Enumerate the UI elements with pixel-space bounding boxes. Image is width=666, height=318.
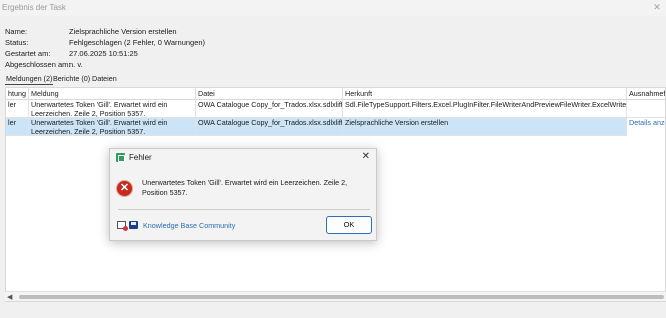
severity-cell: ler <box>6 118 29 136</box>
column-header-severity[interactable]: htung <box>6 88 29 100</box>
info-label: Status: <box>5 38 29 47</box>
report-icon[interactable] <box>117 221 128 231</box>
column-header-file[interactable]: Datei <box>196 88 343 100</box>
window-titlebar: Ergebnis der Task ✕ <box>0 0 666 16</box>
table-row[interactable]: ler Unerwartetes Token 'Gill'. Erwartet … <box>6 100 665 118</box>
source-cell: Sdl.FileTypeSupport.Filters.Excel.PlugIn… <box>343 100 627 118</box>
error-dialog: Fehler ✕ ✕ Unerwartetes Token 'Gill'. Er… <box>109 148 377 241</box>
window-close-icon[interactable]: ✕ <box>652 2 662 12</box>
info-value: 27.06.2025 10:51:25 <box>69 49 138 58</box>
save-icon[interactable] <box>129 221 138 229</box>
tab-dateien[interactable]: Dateien <box>91 72 118 85</box>
file-cell: OWA Catalogue Copy_for_Trados.xlsx.sdlxl… <box>196 100 343 118</box>
tab-berichte[interactable]: Berichte (0) <box>52 72 91 85</box>
message-cell: Unerwartetes Token 'Gill'. Erwartet wird… <box>29 118 196 136</box>
scrollbar-thumb[interactable] <box>19 295 664 299</box>
info-label: Gestartet am: <box>5 49 51 58</box>
error-message: Unerwartetes Token 'Gill'. Erwartet wird… <box>142 178 348 197</box>
dialog-divider <box>118 209 370 210</box>
column-header-message[interactable]: Meldung <box>29 88 196 100</box>
scroll-left-icon[interactable]: ◀ <box>7 293 12 301</box>
info-label: Name: <box>5 27 28 36</box>
error-icon: ✕ <box>116 180 133 197</box>
details-link[interactable]: Details anzei <box>627 118 665 136</box>
dialog-titlebar: Fehler ✕ <box>110 149 376 167</box>
severity-cell: ler <box>6 100 29 118</box>
dialog-title: Fehler <box>129 153 152 162</box>
result-tabs: Meldungen (2) Berichte (0) Dateien <box>0 72 666 85</box>
horizontal-scrollbar[interactable]: ◀ <box>5 291 666 301</box>
tab-meldungen[interactable]: Meldungen (2) <box>5 72 54 85</box>
info-label: Abgeschlossen am: <box>5 60 71 69</box>
exception-cell <box>627 100 665 118</box>
column-header-source[interactable]: Herkunft <box>343 88 627 100</box>
info-value: n. v. <box>69 60 83 69</box>
message-cell: Unerwartetes Token 'Gill'. Erwartet wird… <box>29 100 196 118</box>
table-row[interactable]: ler Unerwartetes Token 'Gill'. Erwartet … <box>6 118 665 136</box>
info-value: Fehlgeschlagen (2 Fehler, 0 Warnungen) <box>69 38 206 47</box>
table-header: htung Meldung Datei Herkunft Ausnahmefe <box>6 88 665 100</box>
ok-button[interactable]: OK <box>326 216 372 234</box>
app-icon <box>116 153 125 162</box>
community-link[interactable]: Community <box>199 221 235 230</box>
dialog-close-icon[interactable]: ✕ <box>362 152 370 162</box>
info-value: Zielsprachliche Version erstellen <box>69 27 177 36</box>
column-header-exception[interactable]: Ausnahmefe <box>627 88 665 100</box>
window-title: Ergebnis der Task <box>2 3 66 12</box>
source-cell: Zielsprachliche Version erstellen <box>343 118 627 136</box>
file-cell: OWA Catalogue Copy_for_Trados.xlsx.sdlxl… <box>196 118 343 136</box>
knowledge-base-link[interactable]: Knowledge Base <box>143 221 197 230</box>
